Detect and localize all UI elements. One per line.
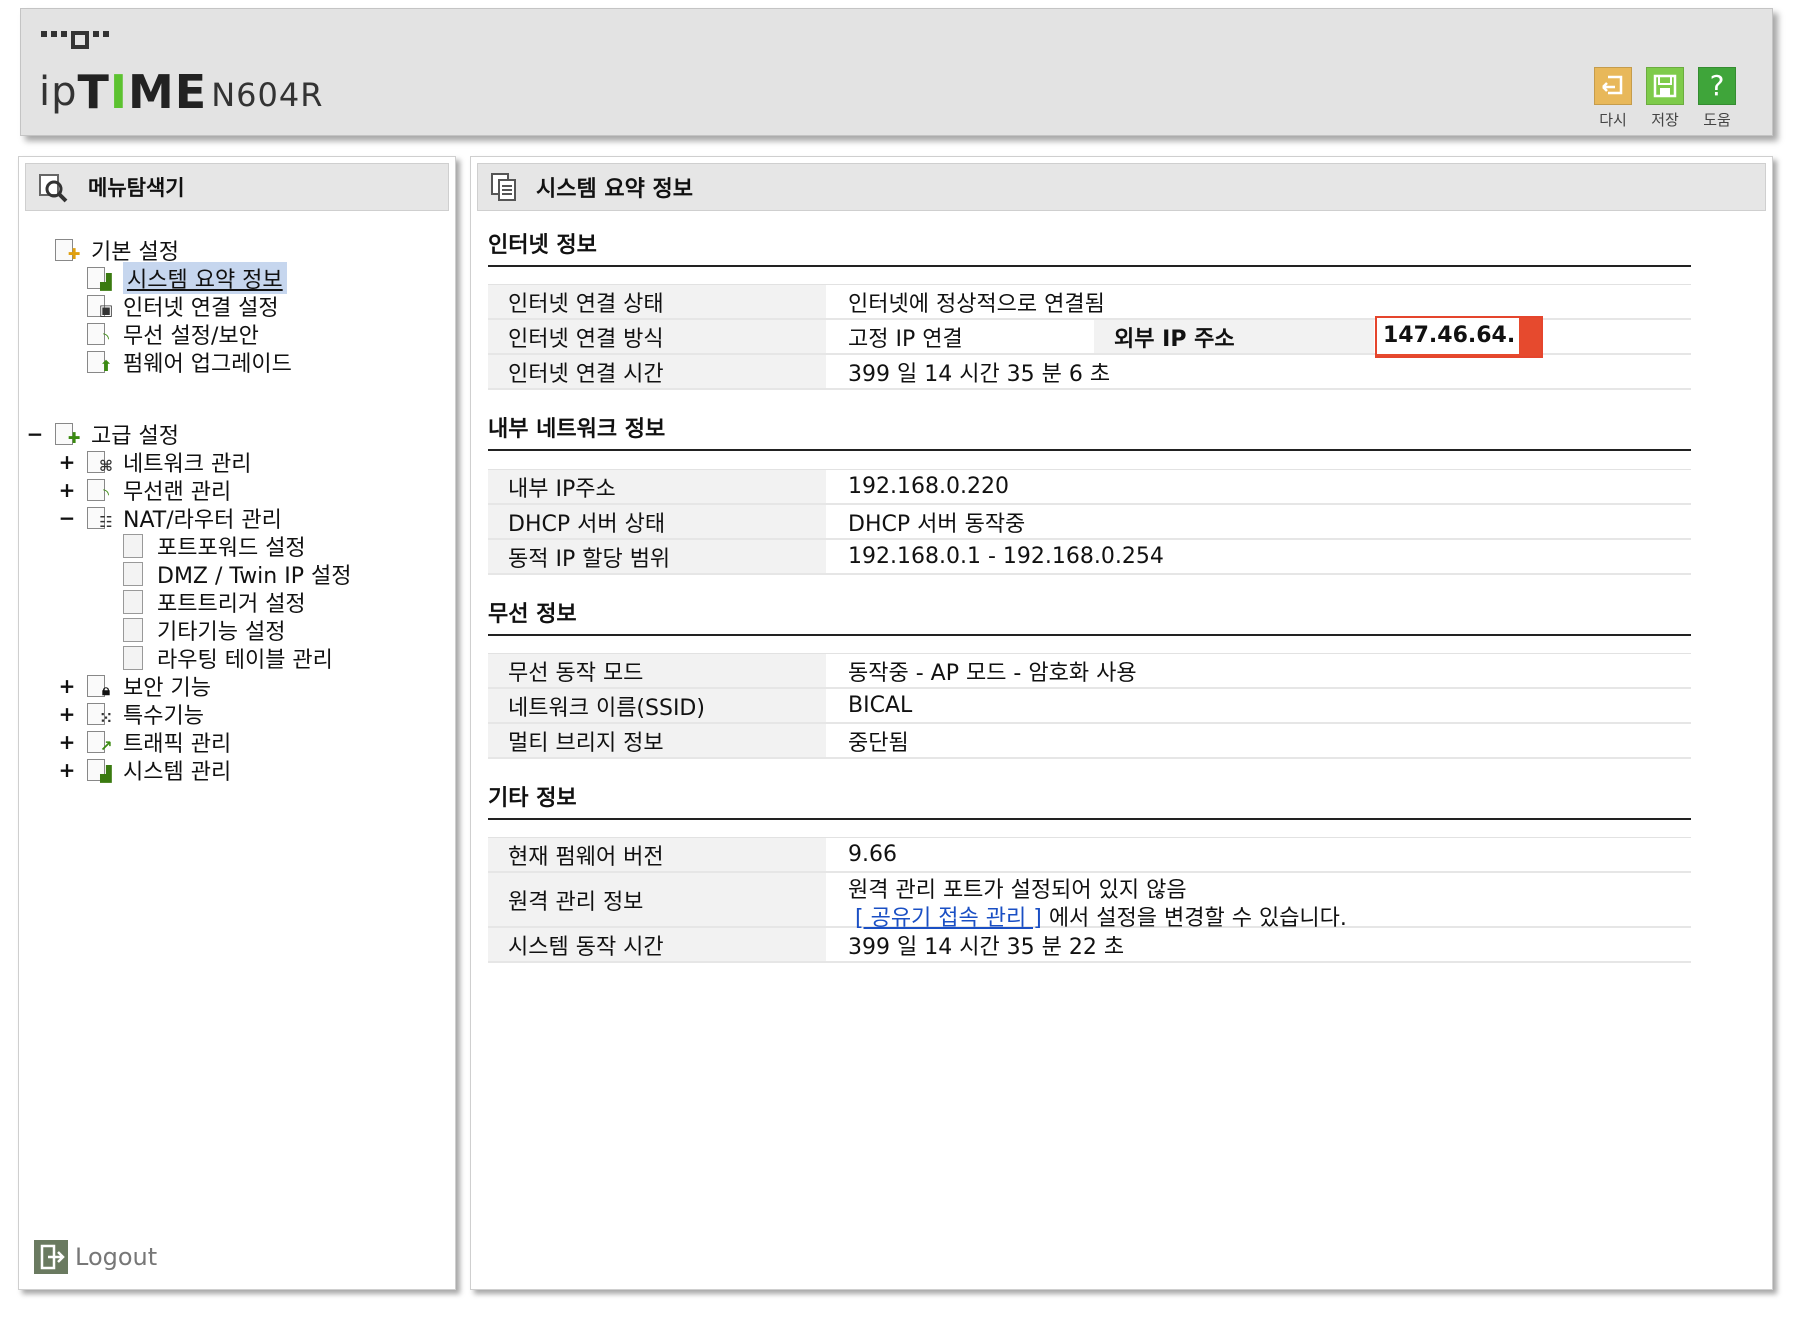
table-row: 인터넷 연결 방식 고정 IP 연결 외부 IP 주소 147.46.64. xyxy=(488,316,1691,358)
table-row: 무선 동작 모드 동작중 - AP 모드 - 암호화 사용 xyxy=(488,654,1691,689)
collapse-icon[interactable]: − xyxy=(57,506,77,530)
wireless-info-table: 무선 동작 모드 동작중 - AP 모드 - 암호화 사용 네트워크 이름(SS… xyxy=(488,653,1691,759)
expand-icon[interactable]: + xyxy=(57,478,77,502)
router-icon: ☷ xyxy=(87,504,117,532)
table-row: 멀티 브리지 정보 중단됨 xyxy=(488,724,1691,759)
help-button[interactable]: ? 도움 xyxy=(1697,67,1737,130)
document-icon xyxy=(491,173,516,201)
menu-traffic-management[interactable]: + ↗ 트래픽 관리 xyxy=(59,727,232,757)
lan-info-table: 내부 IP주소 192.168.0.220 DHCP 서버 상태 DHCP 서버… xyxy=(488,469,1691,575)
upload-arrow-icon: ⬆ xyxy=(87,348,117,376)
table-row: 인터넷 연결 시간 399 일 14 시간 35 분 6 초 xyxy=(488,355,1691,390)
section-internet-title: 인터넷 정보 xyxy=(488,227,1691,267)
section-lan-title: 내부 네트워크 정보 xyxy=(488,411,1691,451)
logout-icon xyxy=(34,1240,68,1274)
page-icon xyxy=(123,618,143,642)
menu-explorer-panel: 메뉴탐색기 ✚ 기본 설정 ▟ 시스템 요약 정보 ▣ 인터넷 연결 설정 ◝ … xyxy=(18,156,456,1290)
reload-button[interactable]: 다시 xyxy=(1593,67,1633,130)
traffic-chart-icon: ↗ xyxy=(87,728,117,756)
menu-misc-features[interactable]: 기타기능 설정 xyxy=(123,615,285,645)
menu-nat-router-management[interactable]: − ☷ NAT/라우터 관리 xyxy=(59,503,282,533)
grid-dots-icon: ⁙ xyxy=(87,700,117,728)
save-button[interactable]: 저장 xyxy=(1645,67,1685,130)
folder-gear-icon: ✚ xyxy=(55,236,85,264)
menu-explorer-header: 메뉴탐색기 xyxy=(25,163,449,211)
save-icon xyxy=(1646,67,1684,105)
menu-system-summary[interactable]: ▟ 시스템 요약 정보 xyxy=(87,262,287,294)
expand-icon[interactable]: + xyxy=(57,758,77,782)
wifi-icon: ◝ xyxy=(87,320,117,348)
menu-port-trigger[interactable]: 포트트리거 설정 xyxy=(123,587,306,617)
section-other-title: 기타 정보 xyxy=(488,780,1691,820)
collapse-icon[interactable]: − xyxy=(25,422,45,446)
menu-network-management[interactable]: + ⌘ 네트워크 관리 xyxy=(59,447,252,477)
menu-firmware-upgrade[interactable]: ⬆ 펌웨어 업그레이드 xyxy=(87,347,292,377)
external-ip-value: 147.46.64. xyxy=(1375,316,1543,358)
help-icon: ? xyxy=(1698,67,1736,105)
table-row: 인터넷 연결 상태 인터넷에 정상적으로 연결됨 xyxy=(488,285,1691,320)
logout-button[interactable]: Logout xyxy=(33,1239,157,1275)
page-icon xyxy=(123,590,143,614)
undo-icon xyxy=(1594,67,1632,105)
table-row: 내부 IP주소 192.168.0.220 xyxy=(488,470,1691,505)
magnifier-icon xyxy=(39,174,68,203)
internet-info-table: 인터넷 연결 상태 인터넷에 정상적으로 연결됨 인터넷 연결 방식 고정 IP… xyxy=(488,284,1691,390)
section-wireless-title: 무선 정보 xyxy=(488,596,1691,636)
bar-chart-icon: ▟ xyxy=(87,756,117,784)
page-icon xyxy=(123,646,143,670)
menu-special-features[interactable]: + ⁙ 특수기능 xyxy=(59,699,204,729)
table-row: DHCP 서버 상태 DHCP 서버 동작중 xyxy=(488,505,1691,540)
menu-routing-table[interactable]: 라우팅 테이블 관리 xyxy=(123,643,333,673)
iptime-logo: ip TIME N604R xyxy=(39,65,324,119)
content-panel: 시스템 요약 정보 인터넷 정보 인터넷 연결 상태 인터넷에 정상적으로 연결… xyxy=(470,156,1773,1290)
folder-gear-icon: ✚ xyxy=(55,420,85,448)
wifi-icon: ◝ xyxy=(87,476,117,504)
bar-chart-icon: ▟ xyxy=(87,264,117,292)
page-title: 시스템 요약 정보 xyxy=(536,177,693,202)
table-row: 네트워크 이름(SSID) BICAL xyxy=(488,689,1691,724)
tree-basic-settings[interactable]: ✚ 기본 설정 xyxy=(55,235,179,265)
external-ip-label: 외부 IP 주소 xyxy=(1094,320,1374,353)
menu-wlan-management[interactable]: + ◝ 무선랜 관리 xyxy=(59,475,232,505)
menu-explorer-title: 메뉴탐색기 xyxy=(88,176,185,200)
content-header: 시스템 요약 정보 xyxy=(477,163,1766,211)
menu-security-features[interactable]: + 🔒︎ 보안 기능 xyxy=(59,671,211,701)
menu-dmz-twinip[interactable]: DMZ / Twin IP 설정 xyxy=(123,559,351,589)
network-icon: ⌘ xyxy=(87,448,117,476)
lock-icon: 🔒︎ xyxy=(87,672,117,700)
model-name: N604R xyxy=(211,76,324,114)
brand-mark-icon xyxy=(41,31,109,49)
other-info-table: 현재 펌웨어 버전 9.66 원격 관리 정보 원격 관리 포트가 설정되어 있… xyxy=(488,837,1691,963)
tree-advanced-settings[interactable]: − ✚ 고급 설정 xyxy=(27,419,179,449)
page-icon xyxy=(123,534,143,558)
expand-icon[interactable]: + xyxy=(57,730,77,754)
menu-internet-settings[interactable]: ▣ 인터넷 연결 설정 xyxy=(87,291,279,321)
expand-icon[interactable]: + xyxy=(57,702,77,726)
menu-system-management[interactable]: + ▟ 시스템 관리 xyxy=(59,755,232,785)
menu-port-forward[interactable]: 포트포워드 설정 xyxy=(123,531,306,561)
table-row: 원격 관리 정보 원격 관리 포트가 설정되어 있지 않음 [ 공유기 접속 관… xyxy=(488,873,1691,931)
expand-icon[interactable]: + xyxy=(57,450,77,474)
page-icon xyxy=(123,562,143,586)
monitor-icon: ▣ xyxy=(87,292,117,320)
table-row: 현재 펌웨어 버전 9.66 xyxy=(488,838,1691,873)
table-row: 시스템 동작 시간 399 일 14 시간 35 분 22 초 xyxy=(488,928,1691,963)
top-header: ip TIME N604R 다시 저장 ? 도움 xyxy=(20,8,1773,136)
table-row: 동적 IP 할당 범위 192.168.0.1 - 192.168.0.254 xyxy=(488,540,1691,575)
expand-icon[interactable]: + xyxy=(57,674,77,698)
menu-wireless-security[interactable]: ◝ 무선 설정/보안 xyxy=(87,319,259,349)
